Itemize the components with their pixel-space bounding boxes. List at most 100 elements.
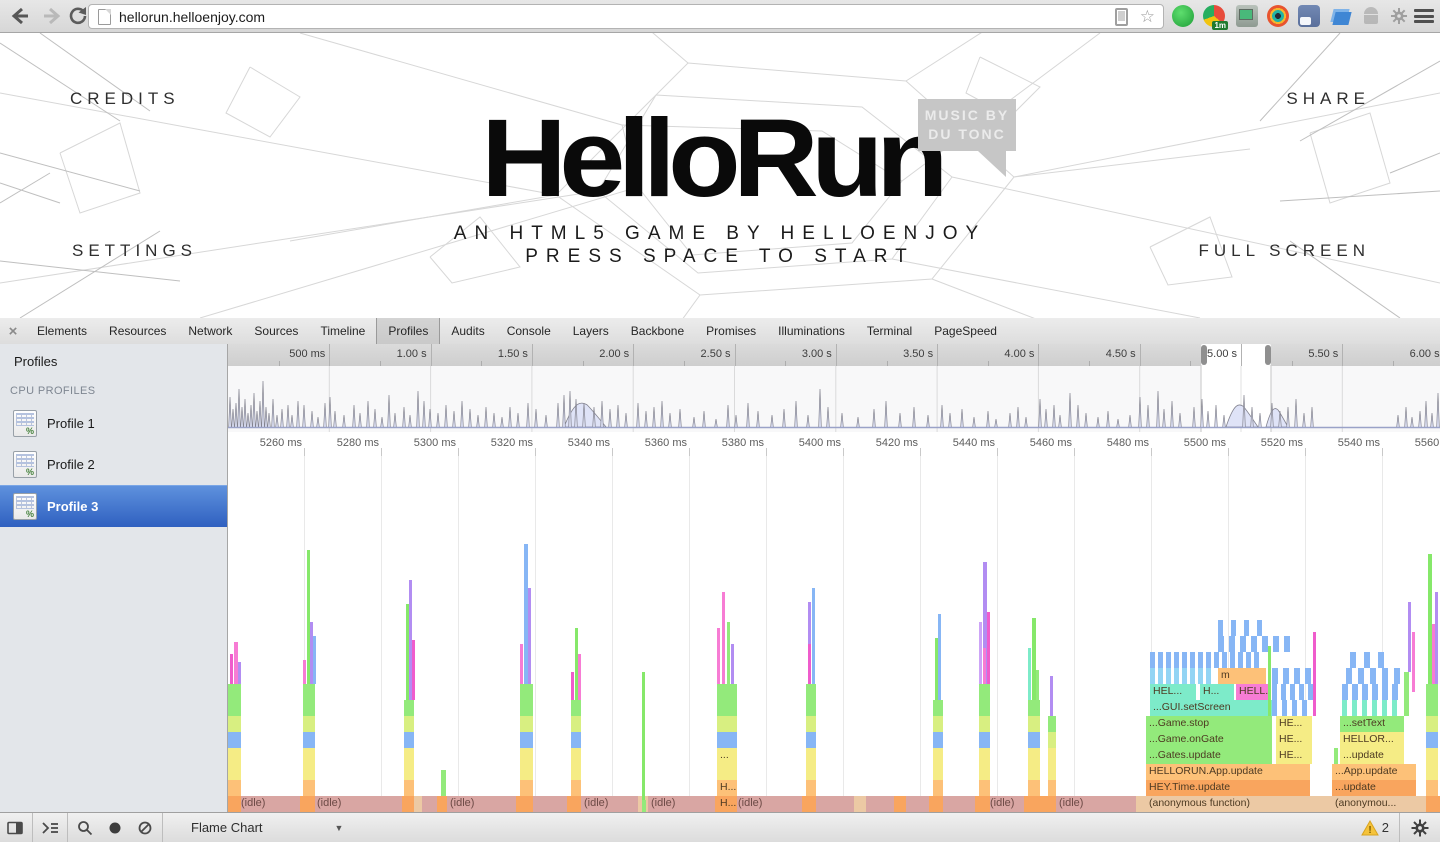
flame-bar[interactable]	[1231, 620, 1236, 636]
flame-bar[interactable]	[1214, 652, 1219, 668]
flame-bar[interactable]	[1268, 646, 1271, 716]
flame-bar[interactable]	[1028, 796, 1040, 812]
flame-bar[interactable]	[1294, 668, 1300, 684]
flame-bar[interactable]: HE...	[1276, 748, 1312, 764]
flame-bar[interactable]	[1028, 700, 1040, 716]
sidebar-item-profile-1[interactable]: %Profile 1	[0, 403, 227, 444]
flame-bar[interactable]	[1198, 652, 1203, 668]
flame-bar[interactable]	[441, 796, 446, 812]
flame-bar[interactable]: H...	[717, 780, 737, 796]
flame-bar[interactable]	[1392, 684, 1398, 700]
flame-bar[interactable]	[1150, 668, 1155, 684]
flame-bar[interactable]: HELLOR...	[1340, 732, 1404, 748]
flame-bar[interactable]	[1174, 652, 1179, 668]
flame-bar[interactable]	[1281, 684, 1286, 700]
flame-bar[interactable]	[414, 796, 422, 812]
flame-bar[interactable]	[520, 748, 533, 780]
flame-bar[interactable]: ...Gates.update	[1146, 748, 1272, 764]
flame-bar[interactable]: ...App.update	[1332, 764, 1416, 780]
flame-bar[interactable]	[313, 636, 316, 684]
flame-bar[interactable]: ...update	[1340, 748, 1404, 764]
flame-bar[interactable]	[303, 748, 315, 780]
flame-bar[interactable]	[1257, 620, 1262, 636]
flame-bar[interactable]	[1206, 652, 1211, 668]
flame-bar[interactable]	[404, 732, 414, 748]
flame-bar[interactable]	[1158, 668, 1163, 684]
flame-bar[interactable]	[806, 716, 816, 732]
record-button[interactable]	[100, 813, 130, 842]
flame-bar-idle[interactable]	[422, 796, 437, 812]
flame-bar[interactable]	[717, 684, 737, 716]
flame-bar[interactable]	[812, 588, 815, 684]
flame-bar[interactable]	[1362, 700, 1367, 716]
flame-bar[interactable]	[1048, 716, 1056, 732]
flame-bar[interactable]: HELLORUN.App.update	[1146, 764, 1310, 780]
flame-bar[interactable]	[1028, 732, 1040, 748]
flame-bar[interactable]	[303, 660, 306, 684]
flame-bar[interactable]	[1292, 700, 1297, 716]
flame-bar[interactable]	[571, 700, 581, 716]
flame-bar[interactable]	[1404, 672, 1409, 716]
flame-bar[interactable]	[1251, 636, 1257, 652]
flame-bar[interactable]: m	[1218, 668, 1266, 684]
flame-bar[interactable]	[1370, 668, 1376, 684]
flame-bar[interactable]	[1273, 636, 1279, 652]
flame-bar[interactable]	[1372, 700, 1377, 716]
window-switcher-extension-icon[interactable]	[1298, 5, 1320, 27]
flame-bar[interactable]	[1230, 652, 1235, 668]
flame-bar[interactable]	[717, 716, 737, 732]
flame-bar[interactable]	[404, 716, 414, 732]
tab-illuminations[interactable]: Illuminations	[767, 318, 856, 344]
selection-handle-right[interactable]	[1265, 345, 1271, 365]
tab-console[interactable]: Console	[496, 318, 562, 344]
flame-bar[interactable]	[228, 684, 241, 716]
flame-bar[interactable]	[228, 748, 241, 780]
flame-bar[interactable]	[731, 644, 734, 684]
flame-bar-idle[interactable]: (idle)	[987, 796, 1024, 812]
flame-bar[interactable]	[642, 800, 646, 812]
tab-elements[interactable]: Elements	[26, 318, 98, 344]
flame-bar[interactable]	[520, 644, 523, 684]
flame-bar[interactable]: HE...	[1276, 732, 1312, 748]
flame-bar[interactable]	[571, 716, 581, 732]
flame-bar[interactable]	[1222, 652, 1227, 668]
flame-bar[interactable]	[441, 770, 446, 796]
flame-bar[interactable]: ...	[717, 748, 737, 780]
flame-bar[interactable]	[1166, 652, 1171, 668]
flame-bar[interactable]	[1190, 668, 1195, 684]
detail-ruler[interactable]: 5260 ms5280 ms5300 ms5320 ms5340 ms5360 …	[228, 432, 1440, 457]
tab-profiles[interactable]: Profiles	[376, 318, 440, 344]
flame-bar[interactable]	[1028, 648, 1031, 700]
flame-bar[interactable]	[1272, 668, 1278, 684]
traffic-pie-extension-icon[interactable]: 1m	[1203, 5, 1225, 27]
flame-bar[interactable]	[1028, 748, 1040, 780]
flame-bar[interactable]	[303, 796, 315, 812]
clear-button[interactable]	[130, 813, 160, 842]
sidebar-item-profile-3[interactable]: %Profile 3	[0, 485, 227, 527]
flame-bar-idle[interactable]	[532, 796, 567, 812]
flame-bar[interactable]	[1352, 684, 1358, 700]
back-button[interactable]	[8, 4, 32, 28]
flame-bar[interactable]	[404, 700, 414, 716]
flame-bar[interactable]	[1283, 668, 1289, 684]
flame-bar[interactable]: ...Game.stop	[1146, 716, 1272, 732]
flame-bar[interactable]	[1435, 592, 1438, 684]
flame-bar[interactable]	[1426, 732, 1438, 748]
sidebar-item-profile-2[interactable]: %Profile 2	[0, 444, 227, 485]
flame-bar[interactable]	[1246, 652, 1251, 668]
tab-timeline[interactable]: Timeline	[309, 318, 376, 344]
flame-bar[interactable]	[520, 732, 533, 748]
flame-bar[interactable]	[1382, 700, 1387, 716]
search-button[interactable]	[70, 813, 100, 842]
flame-bar[interactable]	[1050, 676, 1053, 716]
browser-menu-button[interactable]	[1414, 7, 1434, 25]
flame-bar-idle[interactable]	[906, 796, 929, 812]
flame-bar[interactable]	[571, 796, 581, 812]
flame-bar[interactable]	[228, 732, 241, 748]
overview-graph[interactable]	[228, 366, 1440, 432]
flame-bar[interactable]	[1218, 636, 1224, 652]
flame-bar[interactable]	[230, 654, 233, 684]
flame-bar-idle[interactable]	[816, 796, 854, 812]
flame-bar[interactable]	[1136, 796, 1146, 812]
flame-bar[interactable]	[1394, 668, 1400, 684]
